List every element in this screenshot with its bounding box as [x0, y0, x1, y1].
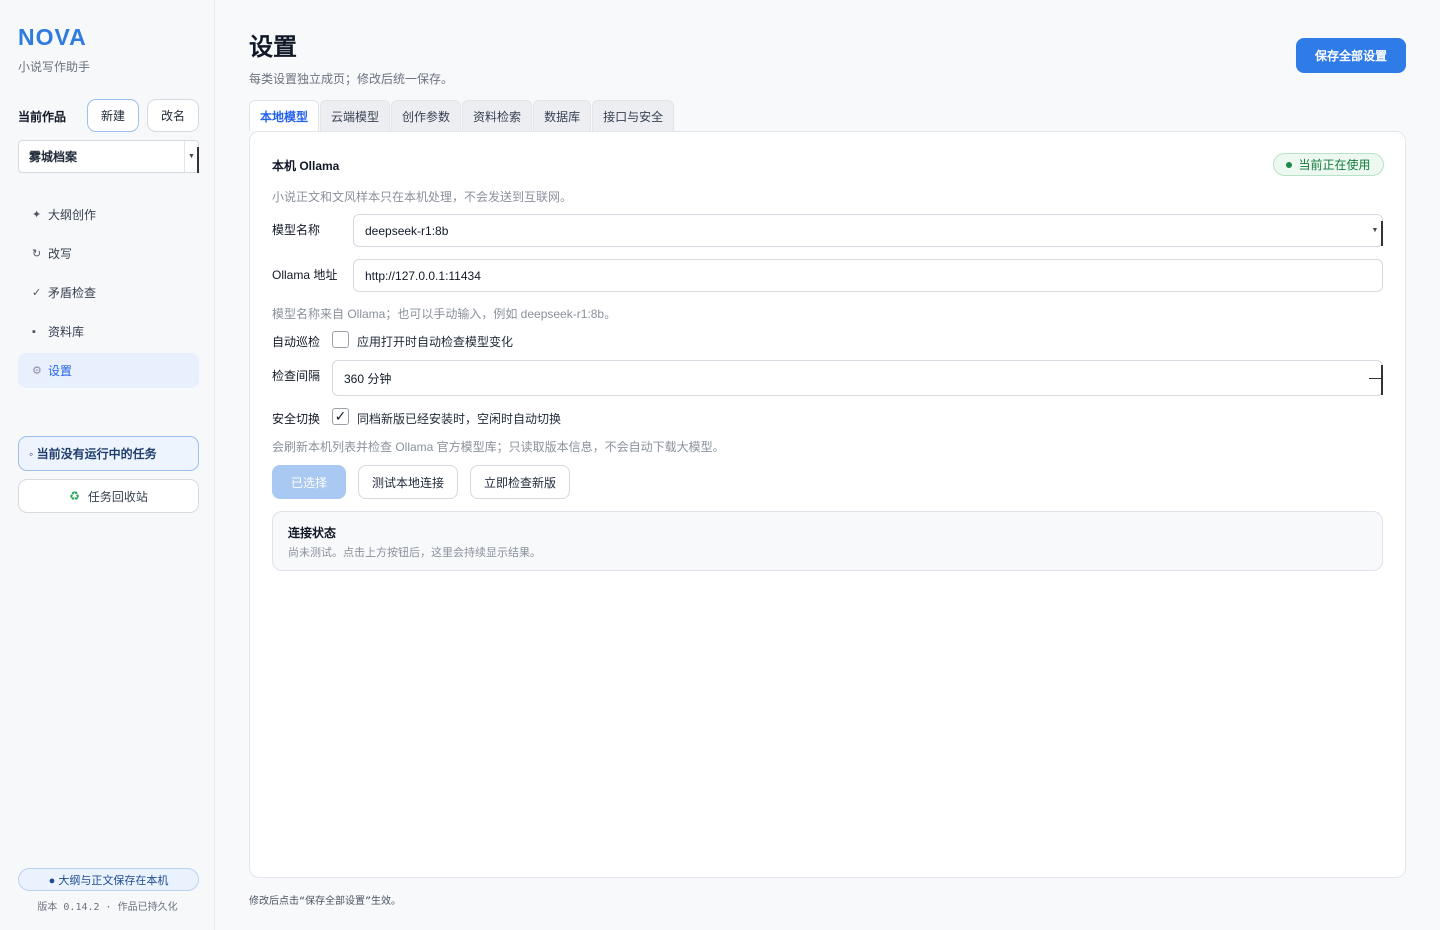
auto-check-label: 自动巡检 [272, 335, 321, 349]
tab-cloud-model[interactable]: 云端模型 [320, 100, 391, 131]
model-hint: 模型名称来自 Ollama；也可以手动输入，例如 deepseek-r1:8b。 [272, 307, 617, 321]
tab-database[interactable]: 数据库 [533, 100, 592, 131]
sidebar-item-outline[interactable]: ✦ 大纲创作 [18, 197, 199, 232]
connection-status-box: 连接状态 尚未测试。点击上方按钮后，这里会持续显示结果。 [272, 511, 1383, 571]
auto-check-checkbox[interactable] [332, 331, 349, 348]
status-badge-label: 当前正在使用 [1298, 158, 1371, 172]
safe-switch-label: 安全切换 [272, 412, 321, 426]
tab-api-security[interactable]: 接口与安全 [592, 100, 675, 131]
sidebar-item-settings[interactable]: ⚙ 设置 [18, 353, 199, 388]
chevron-down-icon: ▼ [1368, 215, 1383, 246]
tab-local-model[interactable]: 本地模型 [249, 100, 320, 131]
task-recycle-button[interactable]: ♻ 任务回收站 [18, 479, 199, 513]
chevron-down-icon: ▼ [184, 141, 199, 173]
brand-logo: NOVA [18, 24, 87, 50]
selected-button[interactable]: 已选择 [272, 465, 346, 499]
model-name-label: 模型名称 [272, 223, 321, 237]
ollama-address-input[interactable] [353, 259, 1383, 292]
status-dot-icon [1286, 161, 1293, 168]
safe-switch-text: 同档新版已经安装时，空闲时自动切换 [357, 412, 562, 426]
page-title: 设置 [249, 34, 297, 61]
ollama-address-label: Ollama 地址 [272, 268, 338, 282]
sidebar-item-label: 改写 [48, 247, 73, 261]
settings-panel: 本机 Ollama 当前正在使用 小说正文和文风样本只在本机处理，不会发送到互联… [249, 131, 1406, 878]
sidebar-item-label: 资料库 [48, 325, 85, 339]
page-subtitle: 每类设置独立成页；修改后统一保存。 [249, 72, 454, 86]
current-work-label: 当前作品 [18, 110, 67, 124]
tab-retrieval[interactable]: 资料检索 [462, 100, 533, 131]
connection-status-text: 尚未测试。点击上方按钮后，这里会持续显示结果。 [288, 547, 541, 559]
footer-note: 修改后点击“保存全部设置”生效。 [249, 896, 402, 907]
work-select[interactable]: 雾城档案 ▼ [18, 140, 199, 173]
sidebar-item-conflict-check[interactable]: ✓ 矛盾检查 [18, 275, 199, 310]
sidebar-item-label: 设置 [48, 364, 73, 378]
rename-work-button[interactable]: 改名 [147, 99, 199, 132]
save-all-button[interactable]: 保存全部设置 [1296, 38, 1406, 73]
sidebar-item-label: 矛盾检查 [48, 286, 97, 300]
version-text: 版本 0.14.2 · 作品已持久化 [37, 902, 178, 913]
local-storage-badge: ● 大纲与正文保存在本机 [18, 868, 199, 891]
safe-switch-checkbox[interactable]: ✓ [332, 408, 349, 425]
sparkle-icon: ✦ [32, 209, 42, 221]
sidebar: NOVA 小说写作助手 当前作品 新建 改名 雾城档案 ▼ ✦ 大纲创作 ↻ 改… [0, 0, 215, 930]
check-update-button[interactable]: 立即检查新版 [470, 465, 570, 499]
section-description: 小说正文和文风样本只在本机处理，不会发送到互联网。 [272, 190, 573, 204]
section-title: 本机 Ollama [272, 159, 340, 173]
tab-writing-params[interactable]: 创作参数 [391, 100, 462, 131]
brand-subtitle: 小说写作助手 [18, 60, 91, 74]
settings-tabs: 本地模型 云端模型 创作参数 资料检索 数据库 接口与安全 [249, 100, 675, 131]
task-status[interactable]: ◦ 当前没有运行中的任务 [18, 436, 199, 471]
model-name-select[interactable]: deepseek-r1:8b ▼ [353, 214, 1383, 247]
auto-check-text: 应用打开时自动检查模型变化 [357, 335, 514, 349]
new-work-button[interactable]: 新建 [87, 99, 139, 132]
refresh-hint: 会刷新本机列表并检查 Ollama 官方模型库；只读取版本信息，不会自动下载大模… [272, 440, 725, 454]
sidebar-item-library[interactable]: ▪ 资料库 [18, 314, 199, 349]
model-name-value: deepseek-r1:8b [365, 223, 449, 238]
book-icon: ▪ [32, 325, 36, 338]
interval-value: 360 分钟 [344, 371, 392, 386]
sidebar-item-rewrite[interactable]: ↻ 改写 [18, 236, 199, 271]
recycle-icon: ♻ [69, 489, 80, 503]
sidebar-item-label: 大纲创作 [48, 208, 97, 222]
refresh-icon: ↻ [32, 248, 42, 260]
test-connection-button[interactable]: 测试本地连接 [358, 465, 458, 499]
gear-icon: ⚙ [32, 365, 42, 377]
status-badge: 当前正在使用 [1273, 153, 1384, 176]
sidebar-nav: ✦ 大纲创作 ↻ 改写 ✓ 矛盾检查 ▪ 资料库 ⚙ 设置 [18, 197, 199, 392]
checkmark-icon: ✓ [334, 408, 347, 424]
check-icon: ✓ [32, 287, 42, 299]
connection-status-title: 连接状态 [288, 526, 337, 540]
work-select-value: 雾城档案 [29, 150, 78, 164]
stepper-arrows-icon[interactable] [1368, 361, 1383, 395]
task-recycle-label: 任务回收站 [87, 489, 148, 504]
interval-stepper[interactable]: 360 分钟 [332, 360, 1383, 396]
interval-label: 检查间隔 [272, 369, 321, 383]
